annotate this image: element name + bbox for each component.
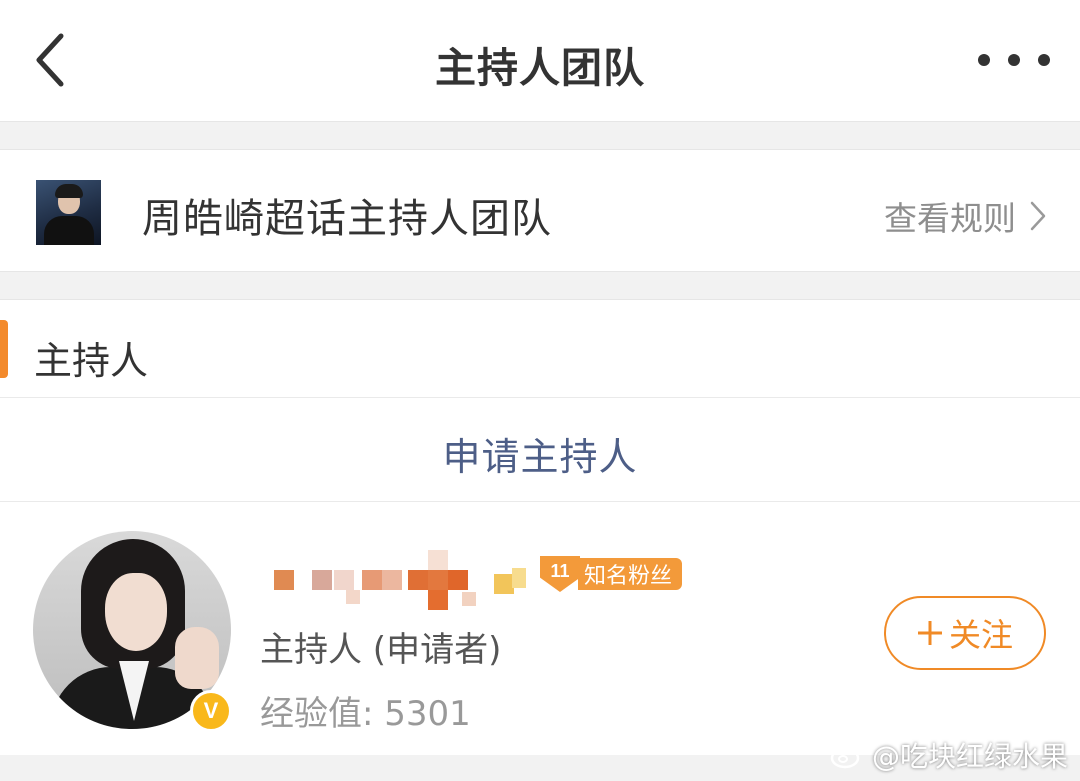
mosaic-block [494,574,514,594]
follow-label: 关注 [948,616,1013,654]
view-rules-label: 查看规则 [884,199,1016,238]
member-row[interactable]: V 11 知名粉丝 主持人 (申请者) 经验值: 5301 关注 [0,502,1080,754]
avatar-hand [175,627,219,689]
follow-button[interactable]: 关注 [884,596,1046,670]
fan-level-number: 11 [540,556,580,592]
more-horizontal-icon [978,54,990,66]
watermark: @吃块红绿水果 [830,735,1068,775]
mosaic-block [334,570,354,590]
mosaic-block [312,570,332,590]
team-name: 周皓崎超话主持人团队 [142,196,552,242]
mosaic-block [462,592,476,606]
top-nav-bar: 主持人团队 [0,0,1080,122]
hosts-section: 主持人 申请主持人 V 11 知名粉丝 主持人 (申请者) 经验值: 5301 … [0,299,1080,755]
experience-value: 5301 [384,694,471,734]
fan-level-badge: 11 知名粉丝 [540,556,683,592]
mosaic-block [382,570,402,590]
team-avatar [36,180,101,245]
section-accent-bar [0,320,8,378]
more-dot [1008,54,1020,66]
avatar-figure-hair [55,184,83,198]
verified-v-icon: V [190,690,232,732]
section-title: 主持人 [34,339,149,383]
more-options-button[interactable] [978,44,1050,76]
team-card[interactable]: 周皓崎超话主持人团队 查看规则 [0,149,1080,272]
chevron-right-icon [1030,201,1046,231]
weibo-icon [830,743,863,769]
mosaic-block [428,570,448,590]
screen: 主持人团队 周皓崎超话主持人团队 查看规则 主持人 申请主持人 V 11 知名粉… [0,0,1080,781]
fan-level-label: 知名粉丝 [578,558,683,590]
section-header: 主持人 [0,300,1080,398]
view-rules-link[interactable]: 查看规则 [884,192,1046,240]
mosaic-block [274,570,294,590]
page-title: 主持人团队 [435,44,645,92]
plus-icon [917,621,942,645]
watermark-text: @吃块红绿水果 [871,740,1068,773]
mosaic-block [448,570,468,590]
apply-host-link[interactable]: 申请主持人 [442,426,637,481]
avatar-face [105,573,167,651]
mosaic-block [428,550,448,570]
mosaic-block [362,570,382,590]
apply-host-row: 申请主持人 [0,398,1080,502]
pixelated-username[interactable] [262,546,532,610]
mosaic-block [346,590,360,604]
member-role: 主持人 (申请者) [260,630,502,670]
member-experience: 经验值: 5301 [260,686,471,735]
mosaic-block [408,570,428,590]
experience-label: 经验值: [260,694,374,734]
mosaic-block [428,590,448,610]
mosaic-block [512,568,526,588]
more-dot [1038,54,1050,66]
avatar-figure-body [44,216,94,245]
